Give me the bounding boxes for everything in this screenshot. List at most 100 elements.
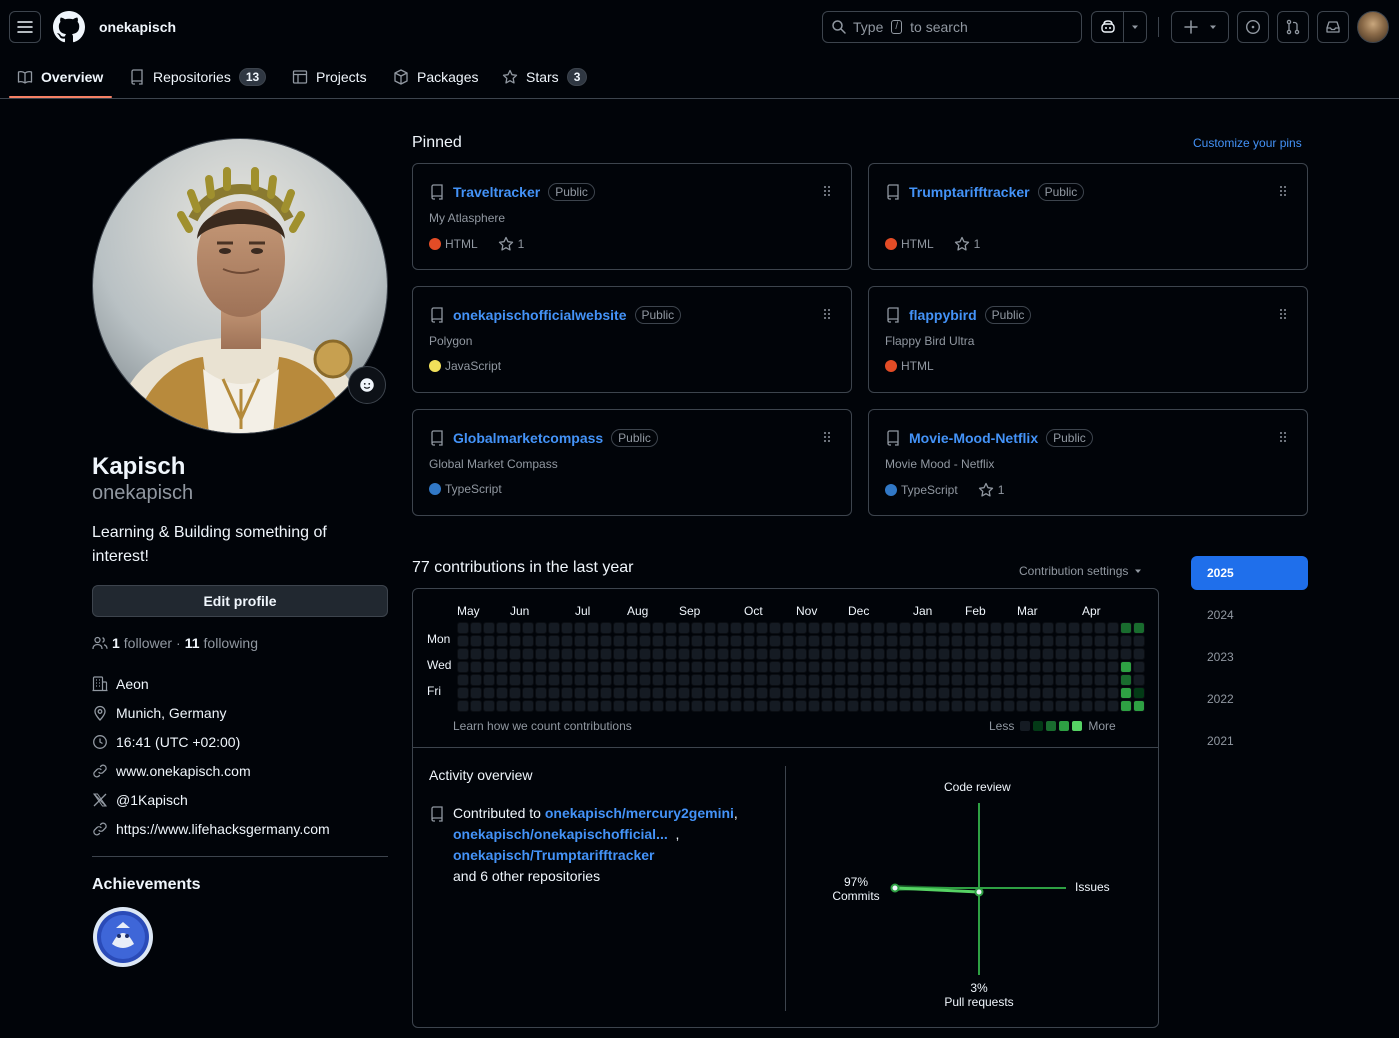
contribution-day-cell[interactable] — [470, 622, 482, 634]
contribution-day-cell[interactable] — [730, 674, 742, 686]
contribution-day-cell[interactable] — [561, 622, 573, 634]
contribution-day-cell[interactable] — [522, 700, 534, 712]
contribution-day-cell[interactable] — [899, 648, 911, 660]
contribution-day-cell[interactable] — [574, 674, 586, 686]
contribution-day-cell[interactable] — [938, 700, 950, 712]
contribution-day-cell[interactable] — [795, 674, 807, 686]
contribution-day-cell[interactable] — [951, 687, 963, 699]
contribution-day-cell[interactable] — [1055, 674, 1067, 686]
contribution-day-cell[interactable] — [457, 674, 469, 686]
contribution-day-cell[interactable] — [977, 635, 989, 647]
grabber-icon[interactable] — [1279, 431, 1287, 443]
followers-count[interactable]: 1 — [112, 635, 120, 651]
menu-button[interactable] — [9, 11, 41, 43]
contribution-day-cell[interactable] — [535, 622, 547, 634]
contribution-day-cell[interactable] — [873, 622, 885, 634]
contribution-day-cell[interactable] — [704, 700, 716, 712]
contribution-day-cell[interactable] — [1042, 674, 1054, 686]
contribution-day-cell[interactable] — [691, 622, 703, 634]
contribution-day-cell[interactable] — [990, 674, 1002, 686]
achievement-badge[interactable] — [92, 906, 154, 968]
year-link[interactable]: 2021 — [1191, 724, 1308, 758]
contribution-day-cell[interactable] — [1068, 661, 1080, 673]
activity-repo-link[interactable]: onekapisch/onekapischofficial... — [453, 826, 668, 842]
repo-stars[interactable]: 1 — [954, 236, 980, 252]
contribution-day-cell[interactable] — [483, 635, 495, 647]
contribution-day-cell[interactable] — [951, 674, 963, 686]
contribution-day-cell[interactable] — [1081, 648, 1093, 660]
contribution-day-cell[interactable] — [1094, 687, 1106, 699]
contribution-day-cell[interactable] — [678, 635, 690, 647]
contribution-day-cell[interactable] — [522, 622, 534, 634]
contribution-day-cell[interactable] — [1081, 635, 1093, 647]
contribution-day-cell[interactable] — [1055, 661, 1067, 673]
contribution-day-cell[interactable] — [1081, 674, 1093, 686]
contribution-day-cell[interactable] — [782, 661, 794, 673]
contribution-day-cell[interactable] — [717, 661, 729, 673]
contribution-day-cell[interactable] — [964, 648, 976, 660]
contribution-day-cell[interactable] — [457, 687, 469, 699]
contribution-day-cell[interactable] — [925, 635, 937, 647]
achievements-title[interactable]: Achievements — [92, 876, 201, 894]
contribution-day-cell[interactable] — [899, 635, 911, 647]
contribution-day-cell[interactable] — [1068, 635, 1080, 647]
contribution-day-cell[interactable] — [535, 635, 547, 647]
contribution-day-cell[interactable] — [535, 700, 547, 712]
inbox-button[interactable] — [1317, 11, 1349, 43]
contribution-day-cell[interactable] — [678, 661, 690, 673]
contribution-day-cell[interactable] — [912, 661, 924, 673]
contribution-day-cell[interactable] — [509, 622, 521, 634]
contribution-day-cell[interactable] — [977, 622, 989, 634]
contribution-day-cell[interactable] — [847, 635, 859, 647]
user-avatar[interactable] — [1357, 11, 1389, 43]
contribution-day-cell[interactable] — [509, 635, 521, 647]
contribution-day-cell[interactable] — [925, 687, 937, 699]
contribution-day-cell[interactable] — [665, 687, 677, 699]
contribution-day-cell[interactable] — [470, 687, 482, 699]
contribution-day-cell[interactable] — [860, 648, 872, 660]
contribution-day-cell[interactable] — [1120, 661, 1132, 673]
contribution-day-cell[interactable] — [1055, 635, 1067, 647]
contribution-day-cell[interactable] — [808, 687, 820, 699]
contribution-day-cell[interactable] — [782, 700, 794, 712]
contribution-day-cell[interactable] — [613, 622, 625, 634]
profile-website[interactable]: www.onekapisch.com — [92, 763, 251, 779]
contribution-day-cell[interactable] — [821, 700, 833, 712]
contribution-day-cell[interactable] — [951, 622, 963, 634]
grabber-icon[interactable] — [823, 308, 831, 320]
contribution-day-cell[interactable] — [717, 622, 729, 634]
contribution-day-cell[interactable] — [704, 622, 716, 634]
contribution-day-cell[interactable] — [561, 700, 573, 712]
contribution-day-cell[interactable] — [1055, 700, 1067, 712]
contribution-day-cell[interactable] — [795, 622, 807, 634]
contribution-day-cell[interactable] — [756, 687, 768, 699]
contribution-day-cell[interactable] — [1133, 700, 1145, 712]
contribution-day-cell[interactable] — [704, 687, 716, 699]
contribution-day-cell[interactable] — [873, 661, 885, 673]
contribution-day-cell[interactable] — [483, 661, 495, 673]
contribution-day-cell[interactable] — [522, 635, 534, 647]
contribution-day-cell[interactable] — [548, 687, 560, 699]
grabber-icon[interactable] — [823, 431, 831, 443]
contribution-day-cell[interactable] — [1003, 635, 1015, 647]
contribution-day-cell[interactable] — [626, 700, 638, 712]
tab-packages[interactable]: Packages — [393, 54, 478, 99]
contribution-day-cell[interactable] — [821, 622, 833, 634]
contribution-day-cell[interactable] — [938, 622, 950, 634]
pinned-repo-link[interactable]: flappybird — [909, 307, 977, 323]
contribution-day-cell[interactable] — [691, 661, 703, 673]
contribution-day-cell[interactable] — [756, 622, 768, 634]
contribution-day-cell[interactable] — [964, 700, 976, 712]
contribution-day-cell[interactable] — [626, 661, 638, 673]
contribution-day-cell[interactable] — [1107, 622, 1119, 634]
contribution-day-cell[interactable] — [561, 661, 573, 673]
contribution-day-cell[interactable] — [782, 674, 794, 686]
contribution-day-cell[interactable] — [574, 635, 586, 647]
contribution-day-cell[interactable] — [834, 648, 846, 660]
year-link[interactable]: 2025 — [1191, 556, 1308, 590]
contribution-day-cell[interactable] — [1107, 700, 1119, 712]
contribution-day-cell[interactable] — [1081, 700, 1093, 712]
contribution-day-cell[interactable] — [483, 700, 495, 712]
contribution-day-cell[interactable] — [1133, 648, 1145, 660]
contribution-day-cell[interactable] — [925, 648, 937, 660]
